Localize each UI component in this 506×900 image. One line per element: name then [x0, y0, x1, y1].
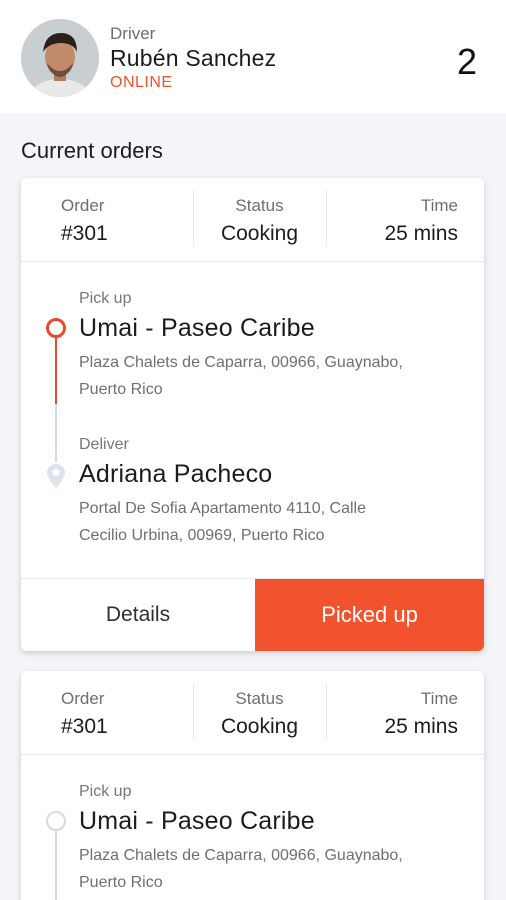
section-title: Current orders: [21, 138, 163, 163]
driver-role: Driver: [110, 24, 156, 43]
order-actions: Details Picked up: [21, 578, 484, 651]
location-pin-icon: [47, 464, 65, 488]
pickup-dot-icon: [46, 318, 66, 338]
time-value: 25 mins: [384, 715, 458, 738]
driver-header: Driver Rubén Sanchez ONLINE 2: [0, 0, 506, 113]
picked-up-button[interactable]: Picked up: [255, 579, 484, 651]
driver-avatar[interactable]: [21, 19, 99, 97]
time-value: 25 mins: [384, 222, 458, 245]
order-card: Order #301 Status Cooking Time 25 mins P…: [21, 178, 484, 651]
order-number-col: Order #301: [21, 178, 193, 261]
order-count: 2: [456, 41, 477, 82]
pickup-label: Pick up: [79, 783, 132, 800]
order-time-col: Time 25 mins: [325, 178, 484, 261]
order-card: Order #301 Status Cooking Time 25 mins P…: [21, 671, 484, 900]
order-number: #301: [61, 222, 108, 245]
deliver-label: Deliver: [79, 436, 129, 453]
route-remaining-line: [55, 831, 57, 900]
pickup-address-line: Plaza Chalets de Caparra, 00966, Guaynab…: [79, 354, 403, 371]
pickup-address-line: Puerto Rico: [79, 874, 163, 891]
pickup-label: Pick up: [79, 290, 132, 307]
order-number-col: Order #301: [21, 671, 193, 754]
driver-status: ONLINE: [110, 74, 173, 91]
status-label: Status: [235, 689, 284, 708]
deliver-address-line: Portal De Sofia Apartamento 4110, Calle: [79, 500, 366, 517]
time-label: Time: [420, 196, 458, 215]
order-status-col: Status Cooking: [193, 671, 325, 754]
deliver-name: Adriana Pacheco: [79, 460, 273, 488]
order-number: #301: [61, 715, 108, 738]
pickup-address-line: Puerto Rico: [79, 381, 163, 398]
route-remaining-line: [55, 404, 57, 462]
status-value: Cooking: [220, 222, 299, 245]
pickup-name: Umai - Paseo Caribe: [79, 314, 315, 342]
status-value: Cooking: [220, 715, 299, 738]
order-time-col: Time 25 mins: [325, 671, 484, 754]
driver-photo: [21, 19, 99, 97]
deliver-address-line: Cecilio Urbina, 00969, Puerto Rico: [79, 527, 325, 544]
pickup-name: Umai - Paseo Caribe: [79, 807, 315, 835]
order-label: Order: [61, 196, 105, 215]
pickup-address: Plaza Chalets de Caparra, 00966, Guaynab…: [79, 842, 459, 896]
time-label: Time: [420, 689, 458, 708]
status-label: Status: [235, 196, 284, 215]
order-meta: Order #301 Status Cooking Time 25 mins: [21, 671, 484, 755]
pickup-dot-icon: [46, 811, 66, 831]
route-progress-line: [55, 338, 57, 404]
pickup-address: Plaza Chalets de Caparra, 00966, Guaynab…: [79, 349, 459, 403]
driver-name: Rubén Sanchez: [110, 45, 277, 71]
order-meta: Order #301 Status Cooking Time 25 mins: [21, 178, 484, 262]
deliver-address: Portal De Sofia Apartamento 4110, Calle …: [79, 495, 459, 549]
pickup-address-line: Plaza Chalets de Caparra, 00966, Guaynab…: [79, 847, 403, 864]
order-status-col: Status Cooking: [193, 178, 325, 261]
details-button[interactable]: Details: [21, 579, 255, 651]
order-label: Order: [61, 689, 105, 708]
